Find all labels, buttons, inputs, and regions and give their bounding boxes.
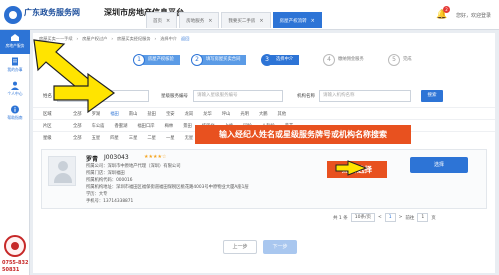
breadcrumb-item: 选择中介	[160, 36, 177, 41]
star-option[interactable]: 三星	[129, 135, 138, 141]
goto-page-input[interactable]: 1	[417, 213, 429, 222]
star-option[interactable]: 全部	[73, 135, 82, 141]
step-4: 4 缴纳佣金服务	[323, 51, 370, 69]
district-option[interactable]: 光明	[240, 111, 249, 117]
next-step-button[interactable]: 下一步	[263, 240, 297, 254]
tab-home[interactable]: 首页 ×	[146, 12, 178, 28]
sidebar-item-help-guide[interactable]: 帮助指南	[0, 102, 30, 126]
step-2: 2 填写房屋买卖合同	[191, 51, 247, 69]
district-option[interactable]: 盐田	[147, 111, 156, 117]
progress-steps: 1 房屋产权核验 2 填写房屋买卖合同 3 选择中介 4 缴纳佣金服务 5 完成	[133, 51, 433, 69]
current-page[interactable]: 1	[384, 213, 396, 222]
name-input[interactable]: 罗青	[57, 90, 149, 102]
service-number-label: 星级服务编号	[161, 94, 188, 99]
home-icon	[11, 34, 19, 41]
area-option[interactable]: 全部	[73, 123, 82, 129]
tab-property-transfer[interactable]: 房屋产权流转 ×	[272, 12, 322, 28]
site-title: 广东政务服务网	[24, 8, 80, 17]
goto-label: 前往	[405, 215, 415, 221]
search-form: 姓名 罗青 星级服务编号 请输入星级服务编号 机构名称 请输入机构名称 搜索	[41, 88, 481, 106]
agent-name: 罗青	[86, 156, 99, 163]
step-navigation: 上一步 下一步	[223, 240, 297, 254]
star-option[interactable]: 无星	[185, 135, 194, 141]
search-hint-banner: 输入经纪人姓名或星级服务牌号或机构名称搜索	[195, 125, 411, 144]
tab-bar: 首页 × 房地服务 × 我要买二手房 × 房屋产权流转 ×	[146, 12, 324, 28]
hotline-number-line1: 0755-832	[2, 260, 29, 266]
step-1: 1 房屋产权核验	[133, 51, 180, 69]
previous-step-button[interactable]: 上一步	[223, 240, 257, 254]
area-option[interactable]: 香蜜湖	[114, 123, 127, 129]
district-option[interactable]: 其他	[278, 111, 287, 117]
search-button[interactable]: 搜索	[421, 90, 443, 102]
back-link[interactable]: 返回	[181, 36, 189, 42]
site-logo-icon	[4, 6, 22, 24]
district-option[interactable]: 南山	[129, 111, 138, 117]
agent-education: 学历：大专	[86, 192, 108, 197]
name-label: 姓名	[43, 94, 52, 99]
sidebar-item-my-affairs[interactable]: 我的办事	[0, 54, 30, 78]
info-icon	[11, 105, 19, 114]
breadcrumb-item[interactable]: 房屋买卖——手续	[39, 36, 73, 42]
organization-input[interactable]: 请输入机构名称	[319, 90, 411, 102]
district-option[interactable]: 坪山	[222, 111, 231, 117]
agent-address: 所属机构地址：深圳市福田区福保街道福田保税区桃花路4003号中原物业大厦A座1层	[86, 185, 249, 190]
page-suffix: 页	[431, 215, 436, 221]
step-5: 5 完成	[388, 51, 418, 69]
district-filter-row: 区域 全部 罗湖 福田 南山 盐田 宝安 龙岗 龙华 坪山 光明 大鹏 其他	[33, 107, 495, 119]
district-option[interactable]: 龙岗	[185, 111, 194, 117]
government-seal-icon	[4, 235, 26, 257]
breadcrumb: 房屋买卖——手续 › 房屋产权过户 › 房屋买卖经纪服务 › 选择中介 返回	[39, 36, 190, 42]
area-option[interactable]: 梅林	[165, 123, 174, 129]
district-option[interactable]: 福田	[110, 111, 119, 117]
district-option[interactable]: 宝安	[166, 111, 175, 117]
area-option[interactable]: 车公庙	[92, 123, 105, 129]
page-size-select[interactable]: 10条/页	[350, 213, 375, 222]
district-option[interactable]: 龙华	[203, 111, 212, 117]
tab-real-estate-service[interactable]: 房地服务 ×	[179, 12, 220, 28]
area-option[interactable]: 景田	[183, 123, 192, 129]
sidebar-item-personal-center[interactable]: 个人中心	[0, 78, 30, 102]
star-option[interactable]: 一星	[166, 135, 175, 141]
sidebar: 房地产服务 我的办事 个人中心 帮助指南 0755-832 50831	[0, 30, 30, 275]
star-option[interactable]: 二星	[147, 135, 156, 141]
district-option[interactable]: 大鹏	[259, 111, 268, 117]
agent-org-code: 所属机构代码：000016	[86, 178, 133, 183]
breadcrumb-item[interactable]: 房屋产权过户	[82, 36, 107, 42]
avatar	[48, 156, 76, 186]
pagination-total: 共 1 条	[333, 215, 348, 221]
breadcrumb-item[interactable]: 房屋买卖经纪服务	[117, 36, 151, 42]
user-icon	[11, 81, 19, 90]
bell-icon[interactable]: 🔔 2	[436, 6, 450, 20]
district-option[interactable]: 全部	[73, 111, 82, 117]
agent-star-rating: ★★★★☆	[144, 154, 167, 160]
top-bar: 广东政务服务网 深圳市房地产信息平台 首页 × 房地服务 × 我要买二手房 × 房屋产…	[0, 0, 499, 30]
agent-company: 所属公司：深圳市中原地产代理（深圳）有限公司	[86, 164, 181, 169]
select-agent-button[interactable]: 选择	[410, 157, 468, 173]
pagination: 共 1 条 10条/页 < 1 > 前往 1 页	[333, 213, 439, 222]
agent-card: 罗青 J003043 ★★★★☆ 所属公司：深圳市中原地产代理（深圳）有限公司 …	[41, 149, 487, 209]
agent-store: 所属门店：深圳福田	[86, 171, 125, 176]
prev-page-button[interactable]: <	[378, 215, 382, 220]
click-hint-banner: 点击选择	[327, 161, 387, 178]
star-option[interactable]: 五星	[92, 135, 101, 141]
document-icon	[12, 57, 18, 66]
main-panel: 房屋买卖——手续 › 房屋产权过户 › 房屋买卖经纪服务 › 选择中介 返回 1…	[33, 33, 495, 273]
tab-buy-second-hand[interactable]: 我要买二手房 ×	[221, 12, 271, 28]
star-option[interactable]: 四星	[110, 135, 119, 141]
next-page-button[interactable]: >	[399, 215, 403, 220]
hotline-number-line2: 50831	[2, 267, 20, 273]
district-option[interactable]: 罗湖	[92, 111, 101, 117]
organization-label: 机构名称	[297, 94, 315, 99]
agent-number: J003043	[104, 154, 129, 161]
service-number-input[interactable]: 请输入星级服务编号	[193, 90, 283, 102]
area-option[interactable]: 福田口岸	[137, 123, 154, 129]
agent-phone: 手机号：13714338871	[86, 199, 134, 204]
user-greeting[interactable]: 您好，欢迎登录	[456, 12, 491, 19]
step-3: 3 选择中介	[261, 51, 300, 69]
sidebar-item-real-estate-service[interactable]: 房地产服务	[0, 30, 30, 54]
notification-badge: 2	[442, 6, 450, 13]
